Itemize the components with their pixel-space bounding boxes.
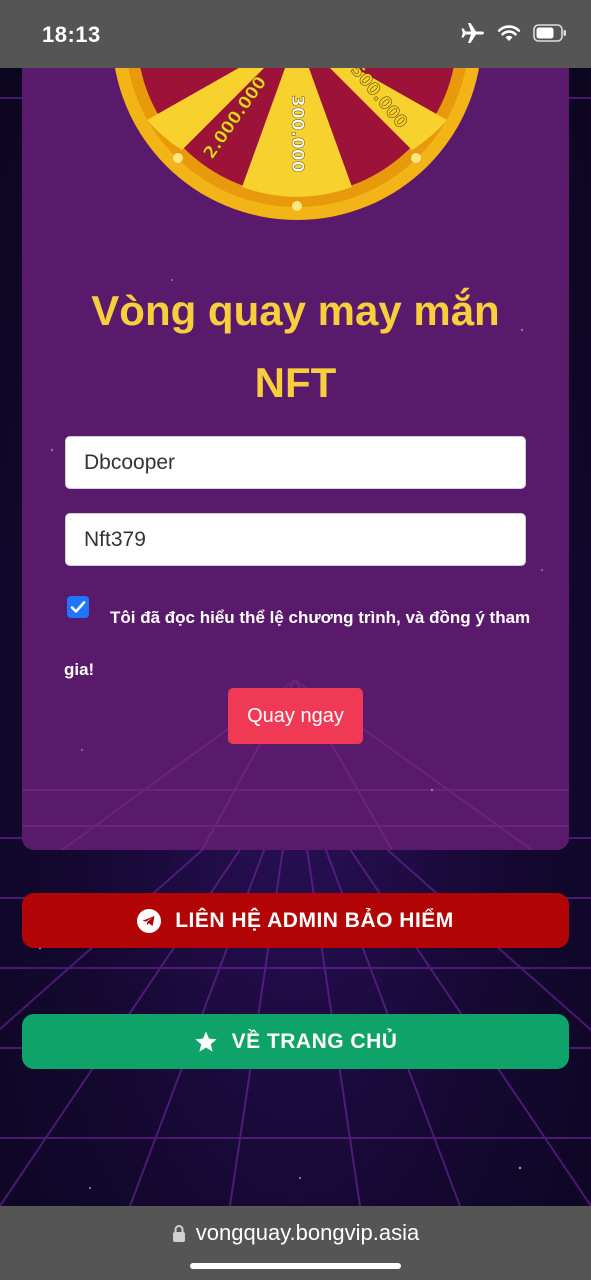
telegram-icon [137,908,162,933]
contact-admin-button[interactable]: LIÊN HỆ ADMIN BẢO HIỂM [22,893,569,948]
lucky-wheel-card: 2.000.000 500.000 300.000 Vòng quay may … [22,30,569,850]
lock-icon [172,1224,185,1242]
status-time: 18:13 [42,22,101,47]
title-line-1: Vòng quay may mắn [91,287,500,334]
checkmark-icon [70,601,86,613]
agree-checkbox[interactable] [67,596,89,618]
agree-text: Tôi đã đọc hiểu thể lệ chương trình, và … [64,608,531,679]
wheel-label-center: 300.000 [287,95,307,173]
battery-icon [533,24,566,42]
browser-url-bar[interactable]: vongquay.bongvip.asia [0,1206,591,1280]
contact-admin-label: LIÊN HỆ ADMIN BẢO HIỂM [175,908,454,932]
page-title: Vòng quay may mắn NFT [22,275,569,419]
home-indicator[interactable] [190,1263,401,1269]
url-text[interactable]: vongquay.bongvip.asia [196,1220,419,1246]
home-label: VỀ TRANG CHỦ [231,1029,398,1053]
page: 2.000.000 500.000 300.000 Vòng quay may … [0,0,591,1280]
star-icon [194,1031,217,1052]
home-button[interactable]: VỀ TRANG CHỦ [22,1014,569,1069]
spin-button[interactable]: Quay ngay [228,688,363,744]
airplane-icon [461,23,484,43]
code-input[interactable]: Nft379 [65,513,526,566]
title-line-2: NFT [254,359,337,406]
status-bar: 18:13 [0,0,591,68]
wifi-icon [497,25,521,41]
username-input[interactable]: Dbcooper [65,436,526,489]
